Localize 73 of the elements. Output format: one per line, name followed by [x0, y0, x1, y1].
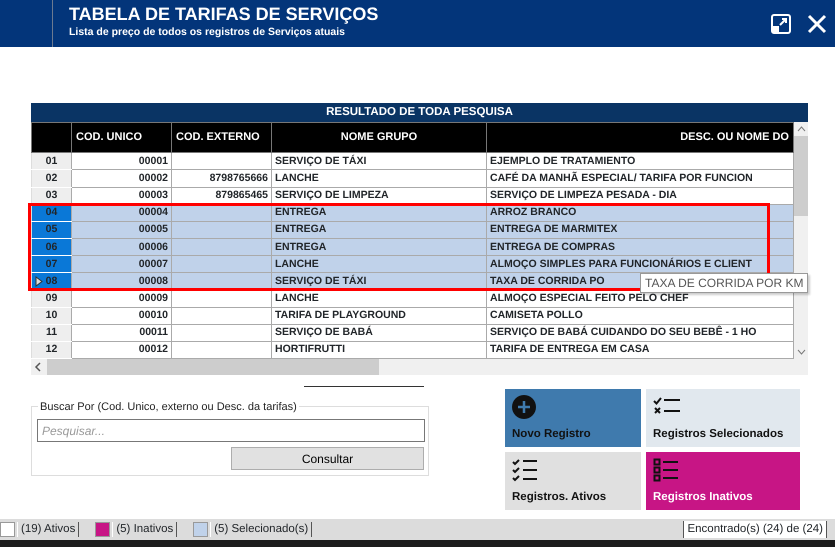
maximize-icon[interactable]: [771, 14, 791, 34]
checklist-icon: [512, 458, 538, 482]
table-cell: 00006: [72, 238, 172, 256]
table-cell: TARIFA DE PLAYGROUND: [272, 307, 486, 324]
row-number: 03: [46, 188, 58, 204]
table-row[interactable]: 01 00001 SERVIÇO DE TÁXI EJEMPLO DE TRATAMIENTO: [32, 152, 794, 170]
tile-button[interactable]: Novo Registro: [505, 389, 641, 447]
column-header[interactable]: DESC. OU NOME DO: [486, 122, 794, 153]
row-number: 07: [46, 256, 58, 272]
tile-button[interactable]: Registros Inativos: [646, 452, 800, 510]
list-icon: [653, 458, 679, 482]
plus-icon: [512, 395, 536, 419]
window-subtitle: Lista de preço de todos os registros de Serviços atuais: [69, 25, 346, 40]
table-cell: CAMISETA POLLO: [486, 307, 794, 324]
table-row[interactable]: 10 00010 TARIFA DE PLAYGROUND CAMISETA POLLO: [32, 307, 794, 324]
horizontal-scrollbar[interactable]: [31, 359, 808, 375]
table-cell: SERVIÇO DE BABÁ: [272, 324, 486, 342]
row-number: 08: [46, 274, 58, 289]
table-cell: LANCHE: [272, 170, 486, 188]
table-cell: ALMOÇO SIMPLES PARA FUNCIONÁRIOS E CLIENT: [486, 256, 794, 273]
search-field[interactable]: Pesquisar...: [37, 419, 425, 442]
table-cell: ENTREGA DE COMPRAS: [486, 238, 794, 256]
table-cell: 8798765666: [172, 170, 272, 188]
table-cell: 00005: [72, 221, 172, 238]
row-number: 04: [46, 205, 58, 220]
table-row[interactable]: 06 00006 ENTREGA ENTREGA DE COMPRAS: [32, 238, 794, 256]
window-title: TABELA DE TARIFAS DE SERVIÇOS: [69, 3, 380, 25]
table-cell: ENTREGA: [272, 238, 486, 256]
table-cell: 00002: [72, 170, 172, 188]
table-cell: SERVIÇO DE BABÁ CUIDANDO DO SEU BEBÊ - 1 HO: [486, 324, 794, 342]
table-cell: ENTREGA DE MARMITEX: [486, 221, 794, 238]
table-row[interactable]: 11 00011 SERVIÇO DE BABÁ SERVIÇO DE BABÁ CUIDANDO DO SEU BEBÊ - 1 HO: [32, 324, 794, 342]
row-number: 11: [46, 325, 58, 340]
scroll-up-icon[interactable]: [797, 126, 806, 132]
table-cell: ENTREGA: [272, 221, 486, 238]
table-cell: EJEMPLO DE TRATAMIENTO: [486, 152, 794, 170]
close-icon[interactable]: [807, 14, 827, 34]
table-title: RESULTADO DE TODA PESQUISA: [31, 103, 808, 122]
legend-label: (19) Ativos: [17, 522, 80, 537]
table-cell: LANCHE: [272, 256, 486, 273]
row-number: 12: [46, 342, 58, 358]
table-row[interactable]: 04 00004 ENTREGA ARROZ BRANCO: [32, 204, 794, 222]
legend-label: (5) Inativos: [112, 522, 178, 537]
table-cell: 00011: [72, 324, 172, 342]
table-cell: CAFÉ DA MANHÃ ESPECIAL/ TARIFA POR FUNCION: [486, 170, 794, 188]
column-header[interactable]: NOME GRUPO: [272, 122, 486, 153]
scroll-down-icon[interactable]: [797, 349, 806, 355]
table-cell: LANCHE: [272, 290, 486, 308]
table-cell: 00001: [72, 152, 172, 170]
legend-label: (5) Selecionado(s): [210, 522, 312, 537]
row-number: 05: [46, 222, 58, 238]
found-count: Encontrado(s) (24) de (24): [683, 521, 827, 538]
row-number: 09: [46, 290, 58, 306]
row-number: 10: [46, 308, 58, 324]
table-row[interactable]: 07 00007 LANCHE ALMOÇO SIMPLES PARA FUNCIONÁRIOS E CLIENT: [32, 256, 794, 273]
search-button[interactable]: Consultar: [231, 447, 424, 470]
table-cell: 00007: [72, 256, 172, 273]
table-cell: 00010: [72, 307, 172, 324]
tile-button[interactable]: Registros Selecionados: [646, 389, 800, 447]
table-row[interactable]: 03 00003 879865465 SERVIÇO DE LIMPEZA SERVIÇO DE LIMPEZA PESADA - DIA: [32, 187, 794, 204]
row-number: 01: [46, 154, 58, 169]
table-row[interactable]: 02 00002 8798765666 LANCHE CAFÉ DA MANHÃ ESPECIAL/ TARIFA POR FUNCION: [32, 170, 794, 188]
column-header[interactable]: COD. EXTERNO: [172, 122, 272, 153]
tile-button[interactable]: Registros. Ativos: [505, 452, 641, 510]
row-number: 06: [46, 240, 58, 255]
column-header[interactable]: COD. UNICO: [72, 122, 172, 153]
tooltip: TAXA DE CORRIDA POR KM: [640, 272, 808, 293]
table-cell: SERVIÇO DE TÁXI: [272, 152, 486, 170]
table-row[interactable]: 05 00005 ENTREGA ENTREGA DE MARMITEX: [32, 221, 794, 238]
row-number: 02: [46, 170, 58, 186]
header-cell: [32, 122, 72, 153]
group-label: Buscar Por (Cod. Unico, externo ou Desc. da tarifas): [38, 399, 299, 416]
table-cell: 00009: [72, 290, 172, 308]
